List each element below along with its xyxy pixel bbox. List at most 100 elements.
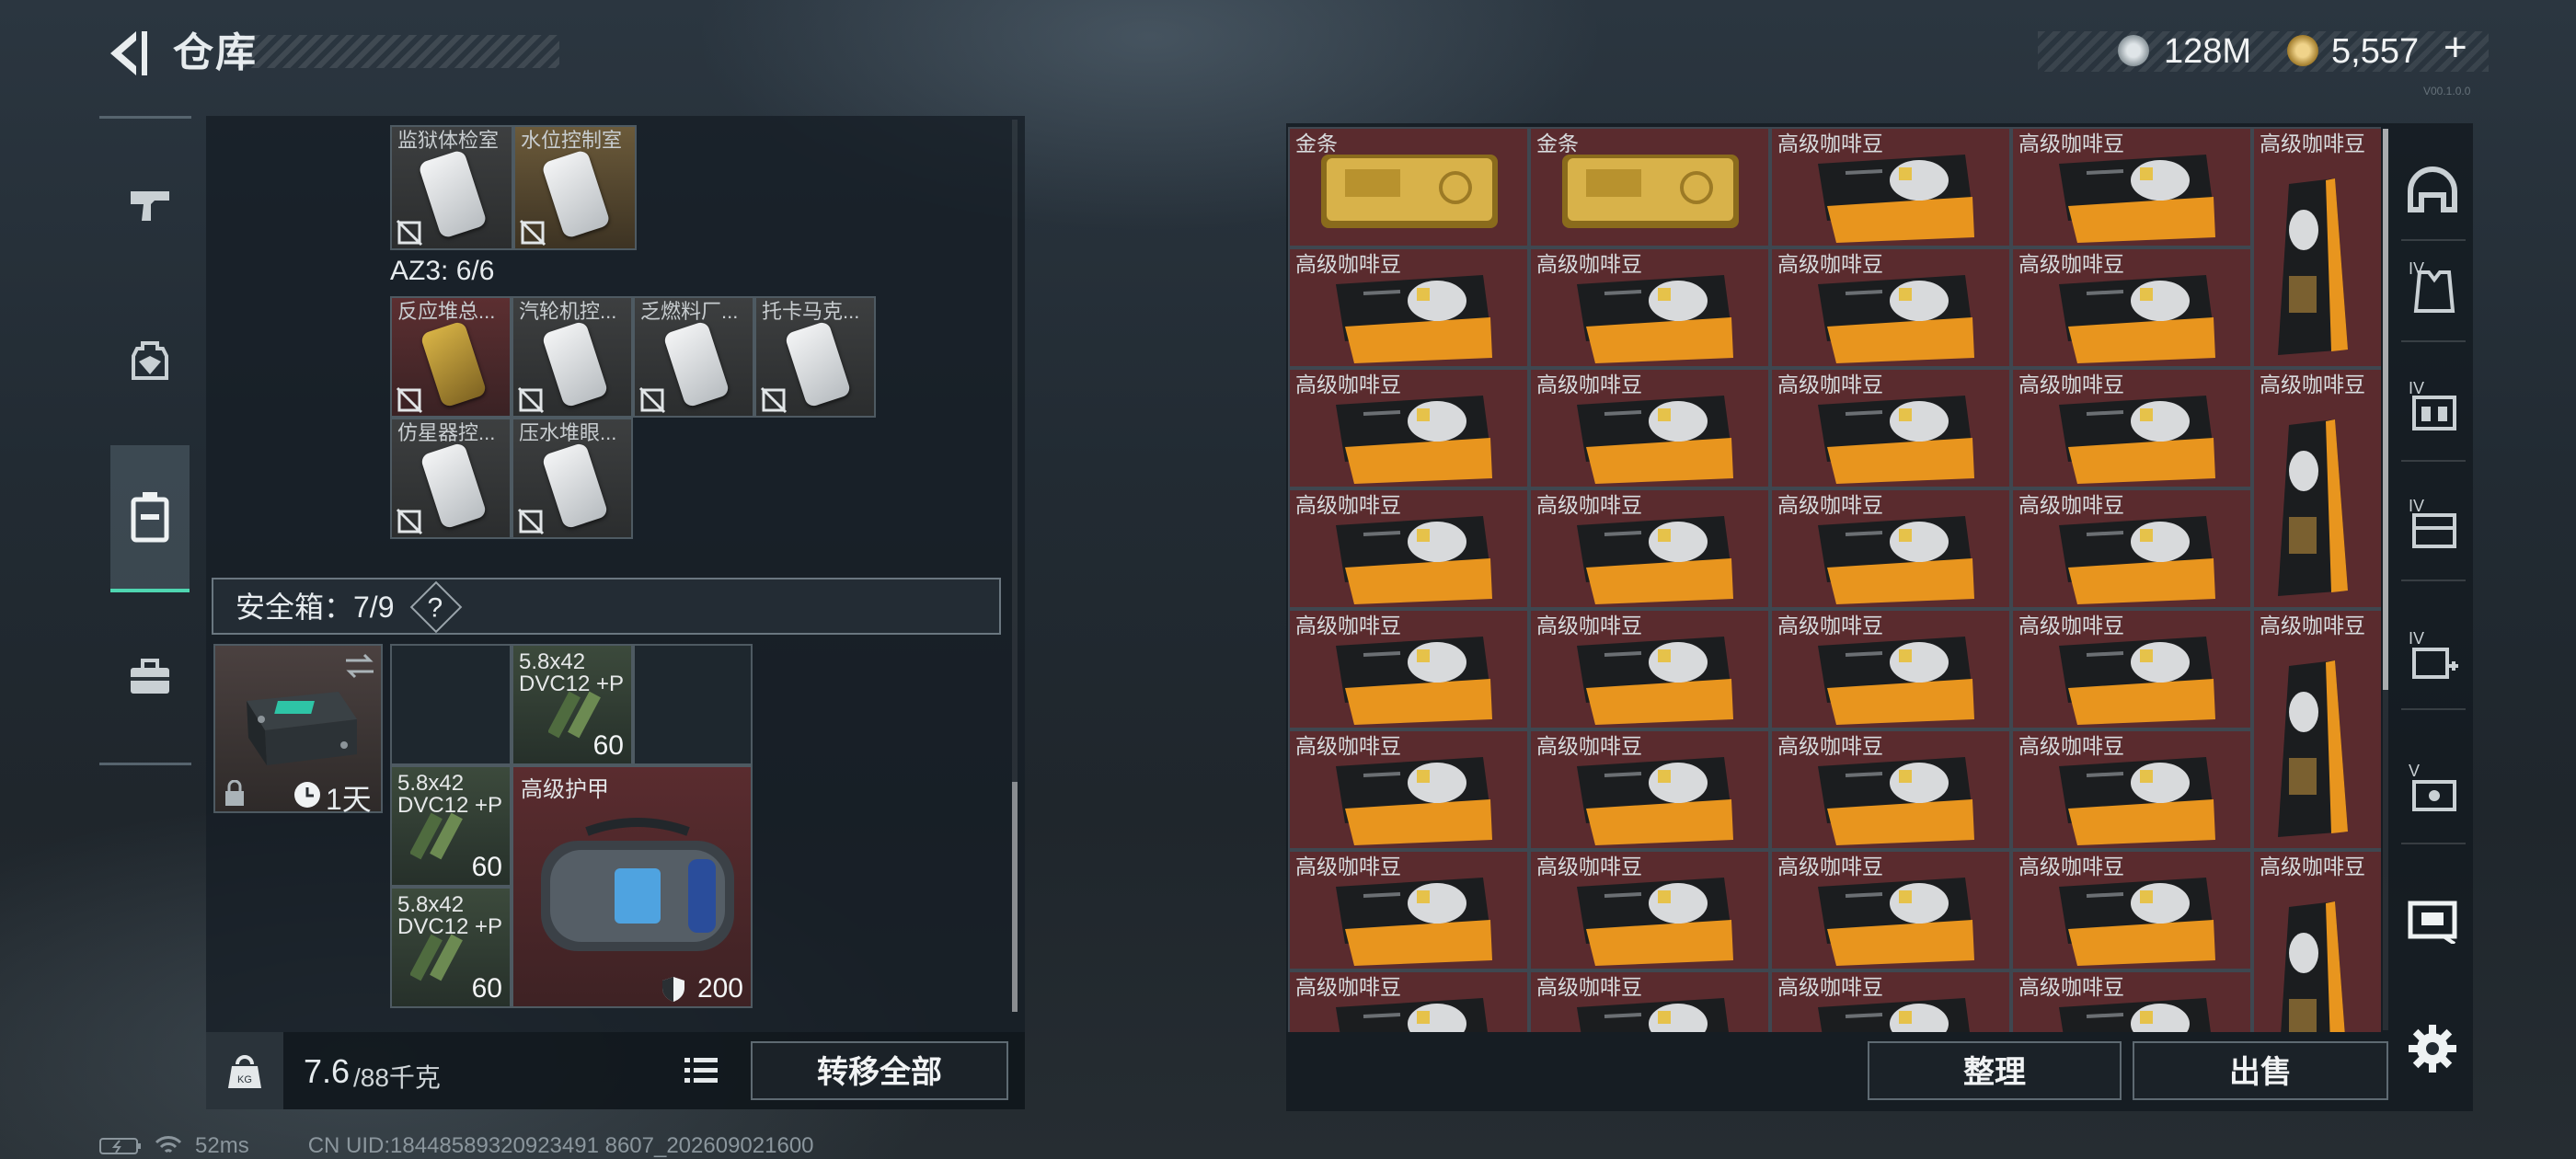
coffee-beans-item[interactable]: 高级咖啡豆	[1770, 850, 2011, 970]
settings-button[interactable]	[2407, 1023, 2458, 1074]
coffee-beans-item[interactable]: 高级咖啡豆	[1529, 247, 1770, 368]
ammo-slot[interactable]: 5.8x42 DVC12 +P 60	[390, 887, 512, 1008]
safe-case-slot[interactable]: 1天	[213, 644, 383, 816]
coffee-beans-item[interactable]: 高级咖啡豆	[1288, 609, 1529, 729]
stash-tab-chest-rig[interactable]: IV	[2398, 361, 2467, 453]
safe-case-icon	[2412, 780, 2456, 811]
stash-tab-backpack[interactable]: IV	[2398, 478, 2467, 570]
ammo-slot[interactable]: 5.8x42 DVC12 +P 60	[390, 765, 512, 887]
version-label: V00.1.0.0	[2423, 85, 2471, 98]
ammo-count: 60	[592, 730, 624, 761]
stash-tab-helmet[interactable]	[2398, 143, 2467, 235]
safe-empty-slot[interactable]	[390, 644, 512, 765]
no-insure-icon	[638, 386, 666, 414]
keycard-slot-az3-3[interactable]: 乏燃料厂...	[633, 296, 754, 418]
left-scrollbar-thumb[interactable]	[1012, 782, 1018, 1012]
coffee-bag-icon	[1336, 757, 1492, 845]
armor-durability: 200	[696, 973, 743, 1004]
armor-slot[interactable]: 高级护甲 200	[512, 765, 753, 1008]
coffee-beans-item[interactable]: 高级咖啡豆	[1770, 729, 2011, 850]
tab-equipment[interactable]	[110, 309, 190, 412]
coffee-beans-item[interactable]: 高级咖啡豆	[1770, 609, 2011, 729]
transfer-all-button[interactable]: 转移全部	[751, 1041, 1008, 1100]
safe-box-help-button[interactable]: ?	[409, 580, 463, 634]
title-decoration	[237, 35, 559, 68]
keycard-slot-1[interactable]: 监狱体检室	[390, 125, 513, 250]
coffee-bag-icon	[1818, 155, 1974, 243]
coffee-beans-item[interactable]: 高级咖啡豆	[2011, 127, 2252, 247]
coffee-beans-item[interactable]: 高级咖啡豆	[1529, 609, 1770, 729]
coffee-beans-item[interactable]: 高级咖啡豆	[2011, 488, 2252, 609]
keycard-icon	[417, 149, 489, 239]
keycard-icon	[541, 320, 609, 408]
coffee-beans-item[interactable]: 高级咖啡豆	[1529, 488, 1770, 609]
coffee-beans-item[interactable]: 高级咖啡豆	[1288, 850, 1529, 970]
stash-tab-safe[interactable]: V	[2398, 743, 2467, 835]
keycard-icon	[420, 320, 488, 408]
safe-empty-slot[interactable]	[633, 644, 753, 765]
coffee-beans-item[interactable]: 高级咖啡豆	[2011, 247, 2252, 368]
coffee-beans-item[interactable]: 高级咖啡豆	[1288, 729, 1529, 850]
keycard-slot-2[interactable]: 水位控制室	[513, 125, 637, 250]
keycard-slot-az3-6[interactable]: 压水堆眼...	[512, 418, 633, 539]
coffee-beans-item[interactable]: 高级咖啡豆	[1770, 488, 2011, 609]
sell-button[interactable]: 出售	[2133, 1041, 2388, 1100]
coffee-bag-icon	[2059, 516, 2215, 604]
coffee-beans-item[interactable]: 高级咖啡豆	[2252, 127, 2381, 368]
swap-icon[interactable]	[344, 653, 375, 679]
add-currency-button[interactable]: +	[2444, 28, 2467, 68]
havoc-coin-icon	[2118, 35, 2149, 66]
coffee-beans-item[interactable]: 高级咖啡豆	[1770, 247, 2011, 368]
keycard-icon	[420, 442, 488, 530]
coffee-beans-item[interactable]: 高级咖啡豆	[2011, 850, 2252, 970]
back-arrow-icon	[110, 31, 147, 75]
coffee-beans-item[interactable]: 高级咖啡豆	[1288, 970, 1529, 1032]
stash-tab-armor[interactable]: IV	[2398, 241, 2467, 333]
weight-unit-label: KG	[237, 1074, 252, 1085]
premium-coin-icon	[2287, 35, 2318, 66]
coffee-beans-item[interactable]: 高级咖啡豆	[1770, 368, 2011, 488]
coffee-beans-item[interactable]: 高级咖啡豆	[1288, 247, 1529, 368]
coffee-beans-item[interactable]: 高级咖啡豆	[1288, 488, 1529, 609]
sort-button[interactable]: 整理	[1868, 1041, 2122, 1100]
coffee-beans-item[interactable]: 高级咖啡豆	[1529, 970, 1770, 1032]
coffee-beans-item[interactable]: 高级咖啡豆	[1529, 368, 1770, 488]
tab-containers[interactable]	[110, 445, 190, 592]
coffee-beans-item[interactable]: 高级咖啡豆	[2252, 609, 2381, 850]
no-insure-icon	[396, 386, 423, 414]
coffee-beans-item[interactable]: 高级咖啡豆	[2011, 368, 2252, 488]
gold-bar-item[interactable]: 金条	[1529, 127, 1770, 247]
keycard-slot-az3-4[interactable]: 托卡马克...	[754, 296, 876, 418]
coffee-beans-item[interactable]: 高级咖啡豆	[1288, 368, 1529, 488]
gold-bar-item[interactable]: 金条	[1288, 127, 1529, 247]
status-bar: 52ms CN UID:18448589320923491 8607_20260…	[99, 1133, 814, 1159]
coffee-beans-item[interactable]: 高级咖啡豆	[1529, 850, 1770, 970]
list-view-button[interactable]	[683, 1054, 730, 1093]
coffee-beans-item[interactable]: 高级咖啡豆	[2252, 850, 2381, 1032]
keycard-slot-az3-5[interactable]: 仿星器控...	[390, 418, 512, 539]
backpack-icon	[132, 341, 168, 380]
stash-tab-all[interactable]	[2398, 874, 2467, 966]
coffee-beans-item[interactable]: 高级咖啡豆	[2011, 609, 2252, 729]
keycard-slot-az3-2[interactable]: 汽轮机控...	[512, 296, 633, 418]
coffee-beans-item[interactable]: 高级咖啡豆	[1529, 729, 1770, 850]
coffee-beans-item[interactable]: 高级咖啡豆	[1770, 970, 2011, 1032]
no-insure-icon	[760, 386, 788, 414]
stash-scrollbar-thumb[interactable]	[2383, 129, 2388, 690]
help-icon: ?	[427, 592, 443, 624]
no-insure-icon	[396, 508, 423, 535]
keycard-slot-az3-1[interactable]: 反应堆总...	[390, 296, 512, 418]
coffee-beans-item[interactable]: 高级咖啡豆	[2011, 729, 2252, 850]
coffee-beans-item[interactable]: 高级咖啡豆	[2252, 368, 2381, 609]
tab-briefcase[interactable]	[110, 625, 190, 729]
container-icon	[131, 492, 169, 543]
coffee-beans-item[interactable]: 高级咖啡豆	[1770, 127, 2011, 247]
backpack-rig-icon	[2412, 513, 2456, 548]
toolbox-icon	[131, 659, 169, 694]
ammo-slot[interactable]: 5.8x42 DVC12 +P 60	[512, 644, 633, 765]
coffee-beans-item[interactable]: 高级咖啡豆	[2011, 970, 2252, 1032]
back-button[interactable]	[99, 26, 155, 81]
wifi-icon	[155, 1136, 182, 1153]
tab-weapons[interactable]	[110, 153, 190, 256]
stash-tab-medical[interactable]: IV	[2398, 611, 2467, 703]
